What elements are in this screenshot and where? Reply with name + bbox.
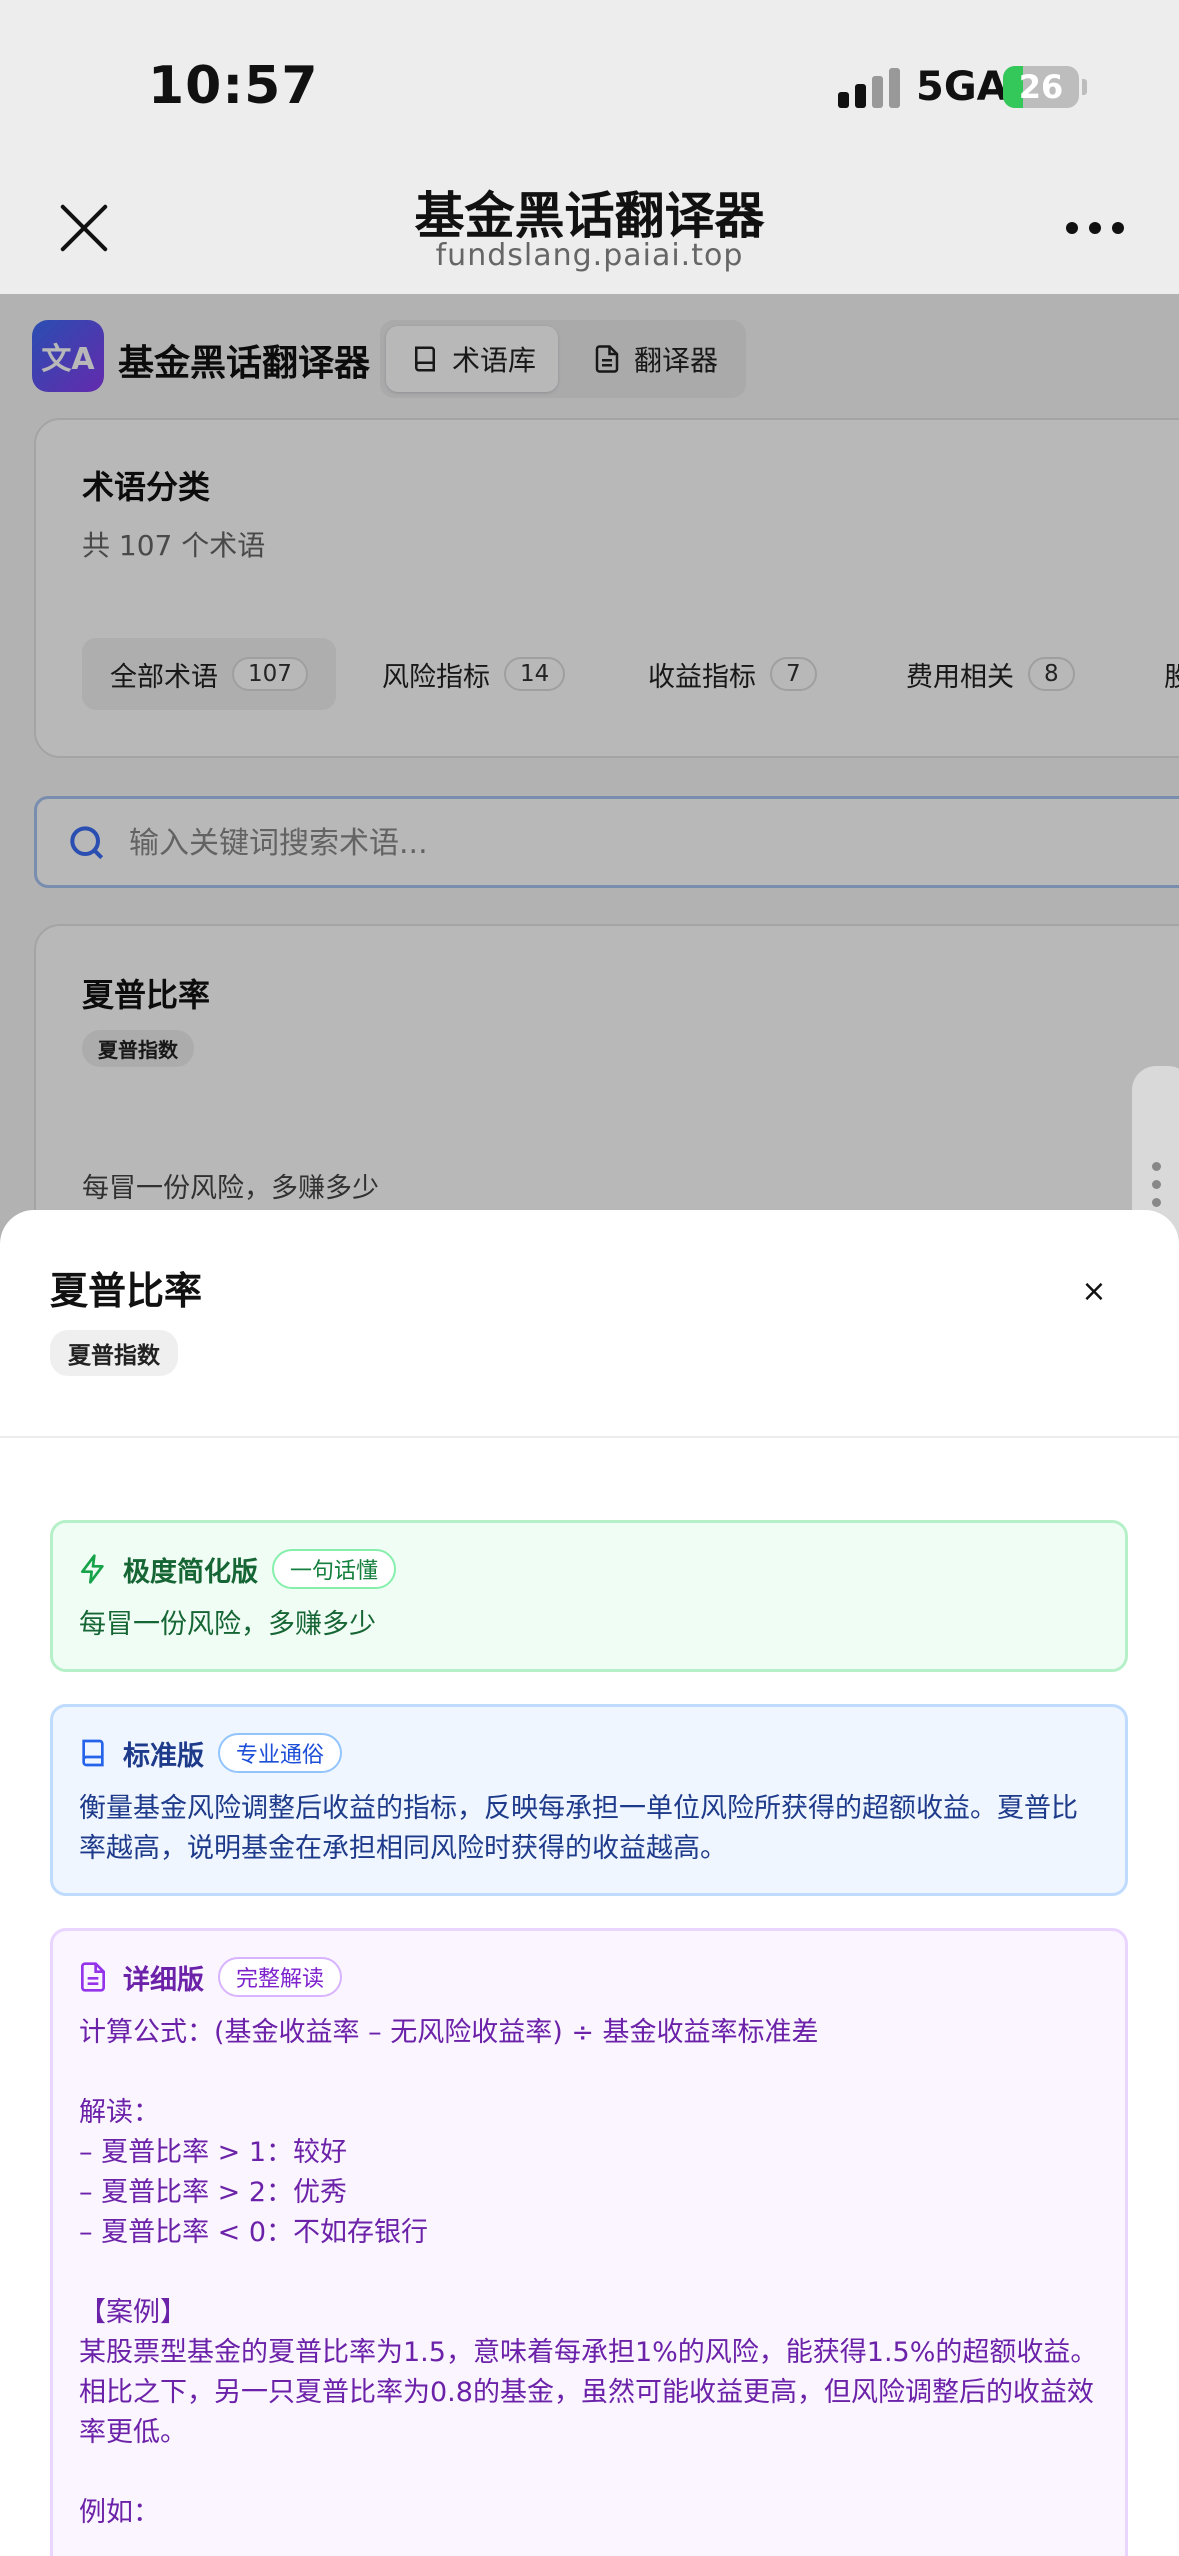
simple-version-header: 极度简化版 一句话懂 [77,1547,397,1591]
detailed-version-box: 详细版 完整解读 计算公式：(基金收益率 – 无风险收益率) ÷ 基金收益率标准… [50,1928,1128,2556]
standard-version-badge: 专业通俗 [218,1733,343,1773]
sheet-tag: 夏普指数 [50,1330,178,1376]
more-icon[interactable] [1066,222,1124,234]
book-icon [82,1739,104,1767]
detailed-version-header: 详细版 完整解读 [77,1955,343,1999]
detailed-version-text: 计算公式：(基金收益率 – 无风险收益率) ÷ 基金收益率标准差 解读： – 夏… [79,2017,1098,2528]
status-time: 10:57 [148,56,319,116]
battery-level: 26 [1018,68,1064,106]
battery-tip [1082,79,1087,95]
standard-version-box: 标准版 专业通俗 衡量基金风险调整后收益的指标，反映每承担一单位风险所获得的超额… [50,1704,1128,1896]
sheet-close-button[interactable]: × [1078,1276,1110,1308]
browser-url: fundslang.paiai.top [435,238,744,273]
sheet-divider [0,1436,1179,1438]
detailed-version-heading: 详细版 [123,1964,204,1996]
network-type: 5GA [916,64,1008,110]
standard-version-header: 标准版 专业通俗 [77,1731,343,1775]
sheet-title: 夏普比率 [50,1269,203,1313]
simple-version-text: 每冒一份风险，多赚多少 [79,1609,376,1640]
status-bar: 10:57 5GA 26 [0,0,1179,170]
simple-version-badge: 一句话懂 [272,1549,397,1589]
browser-header: 基金黑话翻译器 fundslang.paiai.top [0,170,1179,294]
detailed-version-badge: 完整解读 [218,1957,343,1997]
simple-version-heading: 极度简化版 [123,1556,258,1588]
standard-version-text: 衡量基金风险调整后收益的指标，反映每承担一单位风险所获得的超额收益。夏普比率越高… [79,1793,1078,1864]
document-icon [81,1962,105,1992]
cellular-signal-icon [838,68,902,108]
battery-icon: 26 [1003,66,1079,108]
lightning-icon [81,1554,104,1584]
standard-version-heading: 标准版 [123,1740,204,1772]
simple-version-box: 极度简化版 一句话懂 每冒一份风险，多赚多少 [50,1520,1128,1672]
term-detail-sheet: 夏普比率 夏普指数 × 极度简化版 一句话懂 每冒一份风险，多赚多少 标准版 专… [0,1210,1179,2556]
